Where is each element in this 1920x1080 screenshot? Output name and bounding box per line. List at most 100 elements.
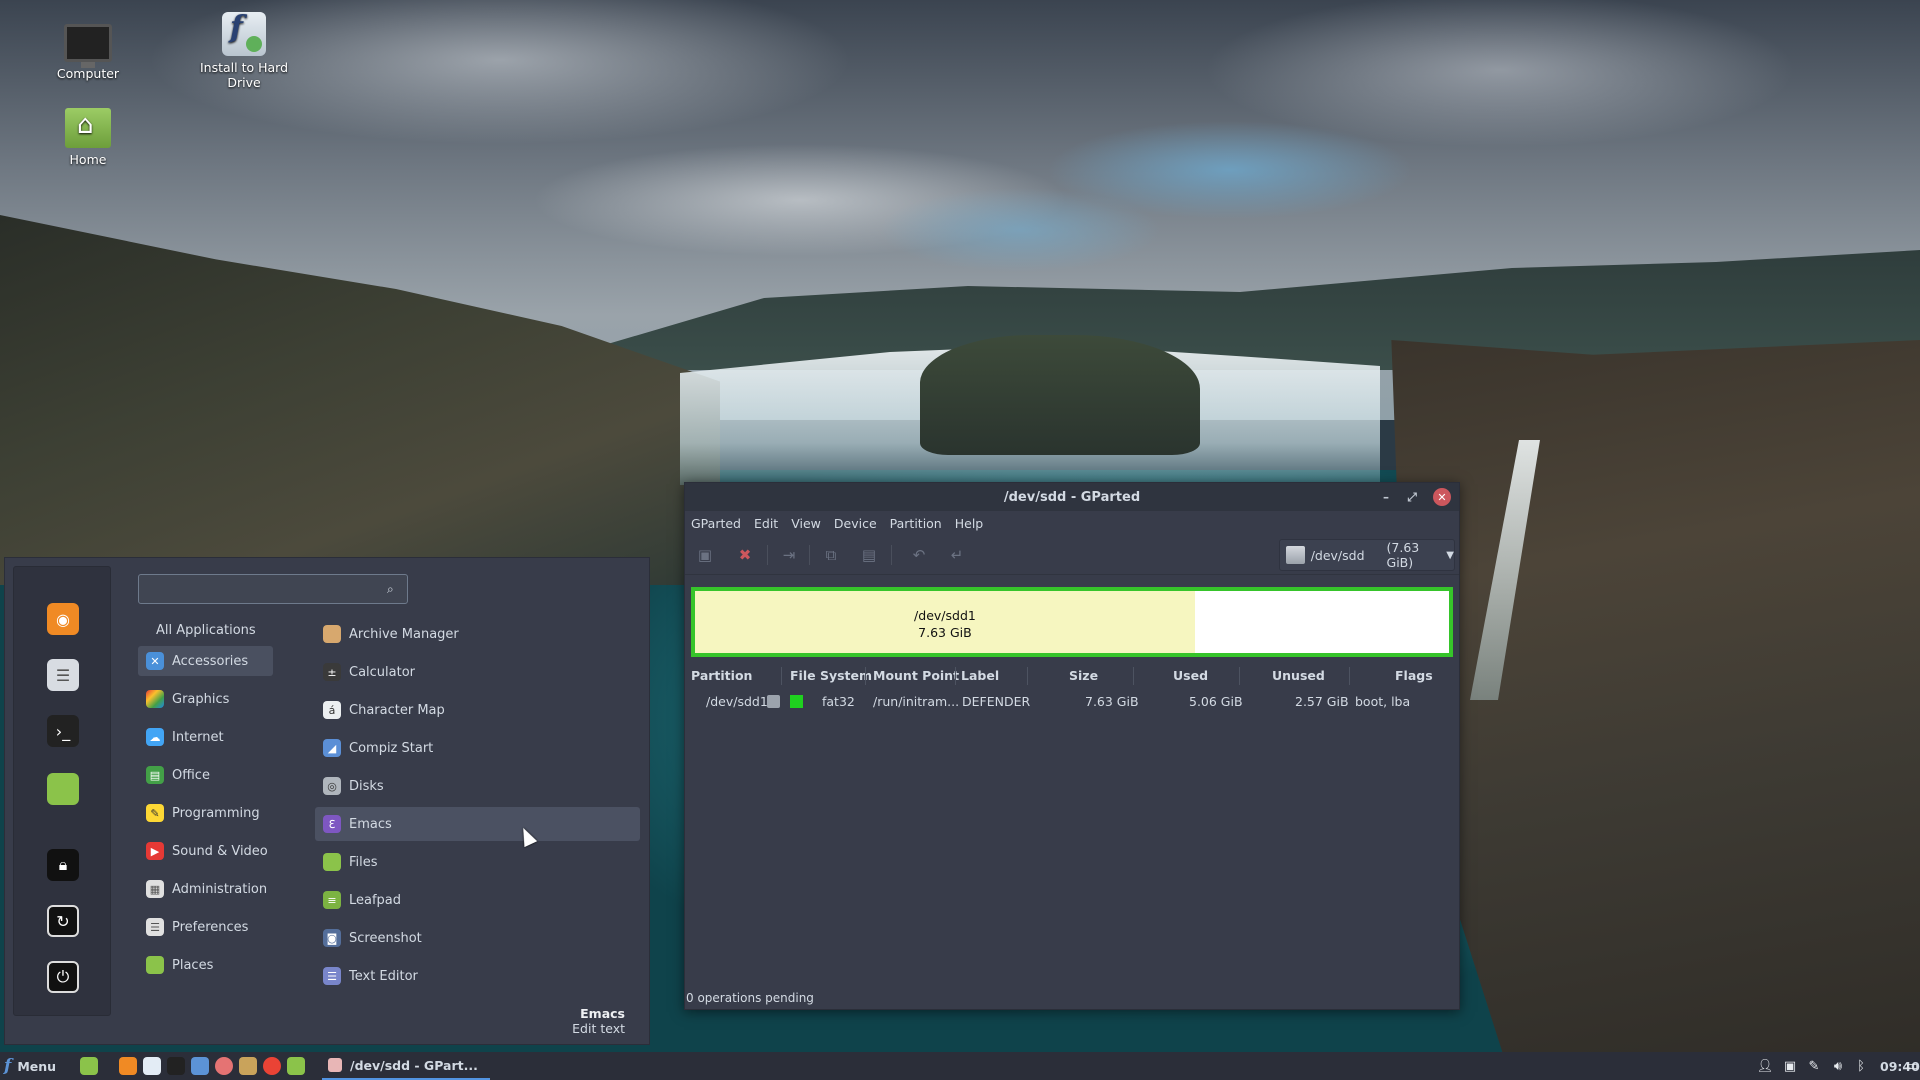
fedora-logo-icon: f xyxy=(4,1056,12,1076)
lock-icon[interactable]: 🔒︎ xyxy=(47,849,79,881)
app-screenshot[interactable]: ◙ Screenshot xyxy=(315,921,640,955)
copy-icon[interactable]: ⧉ xyxy=(821,545,841,565)
desktop-icon-label: Install to Hard Drive xyxy=(199,60,289,90)
delete-icon[interactable]: ✖ xyxy=(735,545,755,565)
app-text-editor[interactable]: ☰ Text Editor xyxy=(315,959,640,993)
network-icon[interactable]: ▣ xyxy=(1781,1057,1799,1075)
compiz-icon: ◢ xyxy=(323,739,341,757)
resize-move-icon[interactable]: ⇥ xyxy=(779,545,799,565)
bluetooth-icon[interactable]: ᛒ xyxy=(1852,1057,1870,1075)
pen-icon[interactable]: ✎ xyxy=(1805,1057,1823,1075)
folder-icon[interactable] xyxy=(47,773,79,805)
show-desktop-icon[interactable] xyxy=(80,1057,98,1075)
window-title: /dev/sdd - GParted xyxy=(1003,489,1141,505)
browser-launcher-icon[interactable] xyxy=(215,1057,233,1075)
app-compiz-start[interactable]: ◢ Compiz Start xyxy=(315,731,640,765)
places-folder-icon xyxy=(146,956,164,974)
close-icon[interactable]: ✕ xyxy=(1433,488,1451,506)
firefox-launcher-icon[interactable] xyxy=(119,1057,137,1075)
cell-size: 7.63 GiB xyxy=(1085,694,1139,709)
new-partition-icon[interactable]: ▣ xyxy=(695,545,715,565)
category-label: Accessories xyxy=(172,653,249,669)
device-selector[interactable]: /dev/sdd (7.63 GiB) ▼ xyxy=(1279,539,1455,571)
partition-map-label: /dev/sdd1 7.63 GiB xyxy=(695,607,1195,641)
window-titlebar[interactable]: /dev/sdd - GParted – ⤢ ✕ xyxy=(685,483,1459,511)
gparted-app-icon xyxy=(328,1058,342,1072)
table-row[interactable]: /dev/sdd1 fat32 /run/initram... DEFENDER… xyxy=(685,689,1461,715)
category-internet[interactable]: ☁ Internet xyxy=(138,722,273,752)
menu-edit[interactable]: Edit xyxy=(754,516,778,531)
column-header-flags[interactable]: Flags xyxy=(1395,668,1433,683)
app-files[interactable]: Files xyxy=(315,845,640,879)
terminal-launcher-icon[interactable] xyxy=(167,1057,185,1075)
user-icon[interactable]: 👤︎ xyxy=(1756,1057,1774,1075)
desktop-icon-install[interactable]: Install to Hard Drive xyxy=(184,10,304,90)
category-all-applications[interactable]: All Applications xyxy=(138,615,273,645)
category-preferences[interactable]: ☰ Preferences xyxy=(138,912,273,942)
category-label: Internet xyxy=(172,729,224,745)
menu-partition[interactable]: Partition xyxy=(890,516,942,531)
menu-button[interactable]: f Menu xyxy=(4,1056,56,1076)
settings-icon[interactable]: ☰ xyxy=(47,659,79,691)
menu-help[interactable]: Help xyxy=(955,516,984,531)
minimize-icon[interactable]: – xyxy=(1377,488,1395,506)
terminal-icon[interactable]: ›_ xyxy=(47,715,79,747)
category-administration[interactable]: ▦ Administration xyxy=(138,874,273,904)
app-disks[interactable]: ◎ Disks xyxy=(315,769,640,803)
column-header-file-system[interactable]: File System xyxy=(790,668,872,683)
app-description-title: Emacs xyxy=(580,1006,625,1021)
partition-map[interactable]: /dev/sdd1 7.63 GiB xyxy=(691,587,1453,657)
column-header-size[interactable]: Size xyxy=(1069,668,1098,683)
category-office[interactable]: ▤ Office xyxy=(138,760,273,790)
category-accessories[interactable]: ✕ Accessories xyxy=(138,646,273,676)
app-label: Screenshot xyxy=(349,930,422,946)
folder-launcher-icon[interactable] xyxy=(287,1057,305,1075)
column-header-unused[interactable]: Unused xyxy=(1272,668,1325,683)
chrome-launcher-icon[interactable] xyxy=(263,1057,281,1075)
app-archive-manager[interactable]: Archive Manager xyxy=(315,617,640,651)
menu-gparted[interactable]: GParted xyxy=(691,516,741,531)
firefox-icon[interactable]: ◉ xyxy=(47,603,79,635)
maximize-icon[interactable]: ⤢ xyxy=(1403,488,1421,506)
app-label: Leafpad xyxy=(349,892,402,908)
desktop-icon-computer[interactable]: Computer xyxy=(28,24,148,81)
category-sound-video[interactable]: ▶ Sound & Video xyxy=(138,836,273,866)
menu-view[interactable]: View xyxy=(791,516,821,531)
category-label: Graphics xyxy=(172,691,230,707)
search-input[interactable] xyxy=(138,574,408,604)
column-header-mount-point[interactable]: Mount Point xyxy=(873,668,959,683)
menu-device[interactable]: Device xyxy=(834,516,877,531)
gparted-window: /dev/sdd - GParted – ⤢ ✕ GParted Edit Vi… xyxy=(684,482,1460,1010)
volume-icon[interactable]: 🔊︎ xyxy=(1829,1057,1847,1075)
app-label: Calculator xyxy=(349,664,416,680)
archive-launcher-icon[interactable] xyxy=(239,1057,257,1075)
text-editor-launcher-icon[interactable] xyxy=(143,1057,161,1075)
column-header-label[interactable]: Label xyxy=(961,668,999,683)
desktop-icon-home[interactable]: Home xyxy=(28,108,148,167)
column-separator xyxy=(781,667,782,685)
column-header-partition[interactable]: Partition xyxy=(691,668,752,683)
power-icon[interactable]: ⏻ xyxy=(47,961,79,993)
app-calculator[interactable]: ± Calculator xyxy=(315,655,640,689)
category-graphics[interactable]: Graphics xyxy=(138,684,273,714)
menu-button-label: Menu xyxy=(17,1058,57,1074)
text-editor-icon: ☰ xyxy=(323,967,341,985)
app-emacs[interactable]: ℇ Emacs xyxy=(315,807,640,841)
taskbar-window-gparted[interactable]: /dev/sdd - GPart... xyxy=(322,1052,490,1080)
app-label: Disks xyxy=(349,778,384,794)
home-folder-icon xyxy=(65,108,111,148)
logout-icon[interactable]: ↻ xyxy=(47,905,79,937)
category-places[interactable]: Places xyxy=(138,950,273,980)
show-desktop-tray-icon[interactable]: ▭ xyxy=(1903,1057,1920,1075)
category-programming[interactable]: ✎ Programming xyxy=(138,798,273,828)
app-description: Emacs Edit text xyxy=(572,1006,625,1036)
undo-icon[interactable]: ↶ xyxy=(909,545,929,565)
chevron-down-icon: ▼ xyxy=(1446,549,1454,561)
column-header-used[interactable]: Used xyxy=(1173,668,1208,683)
app-character-map[interactable]: á Character Map xyxy=(315,693,640,727)
app-label: Compiz Start xyxy=(349,740,434,756)
paste-icon[interactable]: ▤ xyxy=(859,545,879,565)
apply-icon[interactable]: ↵ xyxy=(947,545,967,565)
files-launcher-icon[interactable] xyxy=(191,1057,209,1075)
app-leafpad[interactable]: ≡ Leafpad xyxy=(315,883,640,917)
